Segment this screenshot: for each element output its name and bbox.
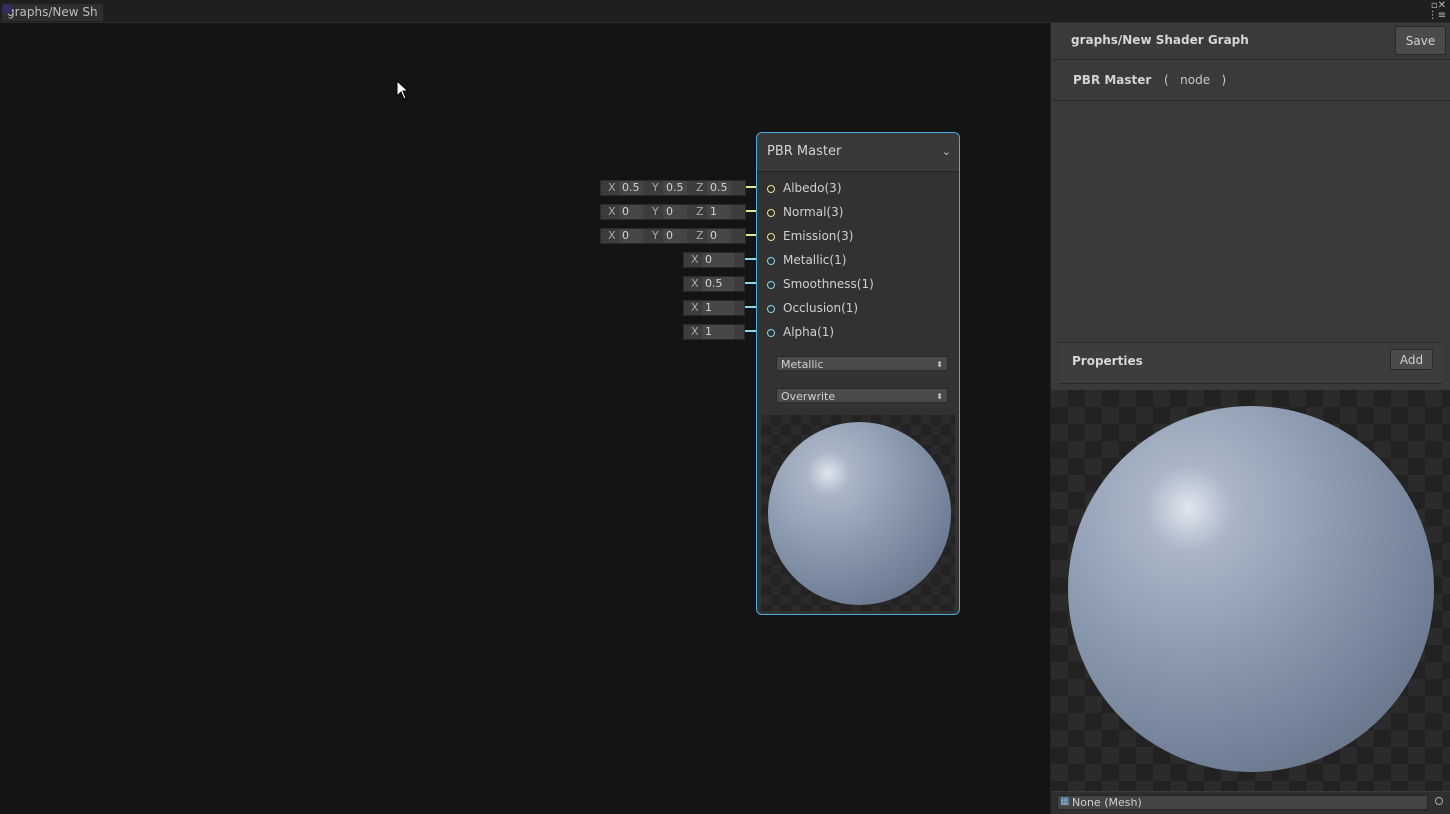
port-label: Occlusion(1) bbox=[783, 301, 859, 315]
mesh-icon: ▦ bbox=[1060, 796, 1070, 807]
field-value[interactable]: 0.5 bbox=[663, 181, 687, 195]
master-node-type: ( node ) bbox=[1164, 73, 1227, 87]
port-connector-icon[interactable] bbox=[767, 233, 775, 241]
node-title: PBR Master bbox=[767, 144, 842, 159]
field-value[interactable]: 1 bbox=[707, 205, 731, 219]
port-label: Alpha(1) bbox=[783, 325, 835, 339]
field-axis-label: X bbox=[608, 181, 616, 194]
field-axis-label: X bbox=[608, 229, 616, 242]
port-connector-icon[interactable] bbox=[767, 185, 775, 193]
field-axis-label: Y bbox=[652, 229, 659, 242]
field-value[interactable]: 0 bbox=[707, 229, 731, 243]
surface-value: Overwrite bbox=[781, 390, 836, 403]
field-value[interactable]: 0 bbox=[702, 253, 734, 267]
properties-title: Properties bbox=[1072, 354, 1143, 368]
field-axis-label: X bbox=[691, 277, 699, 290]
object-picker-icon[interactable] bbox=[1435, 797, 1443, 805]
field-value[interactable]: 1 bbox=[702, 301, 734, 315]
node-preview bbox=[761, 415, 955, 611]
properties-section: Properties Add bbox=[1059, 342, 1442, 384]
port-connector-icon[interactable] bbox=[767, 281, 775, 289]
port-label: Smoothness(1) bbox=[783, 277, 874, 291]
field-value[interactable]: 0.5 bbox=[707, 181, 731, 195]
inspector-header: graphs/New Shader Graph Save bbox=[1051, 23, 1450, 60]
master-preview[interactable] bbox=[1051, 390, 1450, 791]
mouse-cursor-icon bbox=[396, 80, 410, 100]
master-preview-sphere bbox=[1068, 406, 1434, 772]
tab-bar: graphs/New Sh ▫✕ ⋮≡ bbox=[0, 0, 1450, 23]
pbr-master-node[interactable]: PBR Master ⌄ Albedo(3) Normal(3) Emission(… bbox=[756, 132, 960, 615]
graph-inspector: graphs/New Shader Graph Save PBR Master … bbox=[1050, 23, 1450, 814]
field-value[interactable]: 0.5 bbox=[702, 277, 734, 291]
tab-graph[interactable]: graphs/New Sh bbox=[2, 4, 103, 21]
port-connector-icon[interactable] bbox=[767, 329, 775, 337]
field-axis-label: X bbox=[691, 325, 699, 338]
field-value[interactable]: 0 bbox=[663, 229, 687, 243]
port-row[interactable]: Normal(3) bbox=[757, 204, 957, 222]
master-node-row: PBR Master ( node ) bbox=[1051, 60, 1450, 101]
port-value-field[interactable]: X0 bbox=[683, 252, 745, 268]
port-row[interactable]: Smoothness(1) bbox=[757, 276, 957, 294]
preview-mesh-field[interactable]: ▦ None (Mesh) bbox=[1057, 795, 1428, 810]
window-controls[interactable]: ▫✕ ⋮≡ bbox=[1428, 1, 1446, 21]
node-header[interactable]: PBR Master ⌄ bbox=[757, 133, 959, 172]
surface-dropdown[interactable]: Overwrite ⬍ bbox=[776, 388, 948, 403]
field-value[interactable]: 0 bbox=[619, 205, 643, 219]
port-row[interactable]: Alpha(1) bbox=[757, 324, 957, 342]
field-axis-label: X bbox=[691, 253, 699, 266]
port-value-field[interactable]: X0Y0Z0 bbox=[600, 228, 746, 244]
port-value-field[interactable]: X 0.5 Y 0.5 Z 0.5 bbox=[600, 180, 746, 196]
field-axis-label: Z bbox=[696, 181, 704, 194]
port-value-field[interactable]: X0Y0Z1 bbox=[600, 204, 746, 220]
field-axis-label: Z bbox=[696, 205, 704, 218]
field-axis-label: Z bbox=[696, 229, 704, 242]
field-axis-label: Y bbox=[652, 205, 659, 218]
preview-sphere bbox=[768, 422, 951, 605]
port-label: Normal(3) bbox=[783, 205, 844, 219]
port-connector-icon[interactable] bbox=[767, 209, 775, 217]
chevron-down-icon[interactable]: ⌄ bbox=[942, 145, 951, 158]
port-label: Metallic(1) bbox=[783, 253, 847, 267]
dropdown-arrow-icon: ⬍ bbox=[936, 392, 943, 401]
port-row[interactable]: Occlusion(1) bbox=[757, 300, 957, 318]
port-row[interactable]: Albedo(3) bbox=[757, 180, 957, 198]
field-axis-label: X bbox=[691, 301, 699, 314]
field-value[interactable]: 0 bbox=[663, 205, 687, 219]
port-connector-icon[interactable] bbox=[767, 257, 775, 265]
tab-title: graphs/New Sh bbox=[7, 5, 98, 19]
master-node-name: PBR Master bbox=[1073, 73, 1152, 87]
port-connector-icon[interactable] bbox=[767, 305, 775, 313]
port-row[interactable]: Metallic(1) bbox=[757, 252, 957, 270]
workflow-value: Metallic bbox=[781, 358, 824, 371]
dropdown-arrow-icon: ⬍ bbox=[936, 360, 943, 369]
field-value[interactable]: 0.5 bbox=[619, 181, 643, 195]
field-value[interactable]: 0 bbox=[619, 229, 643, 243]
menu-icon[interactable]: ⋮≡ bbox=[1428, 11, 1446, 21]
mesh-bar: ▦ None (Mesh) bbox=[1051, 792, 1450, 814]
port-row[interactable]: Emission(3) bbox=[757, 228, 957, 246]
field-axis-label: X bbox=[608, 205, 616, 218]
graph-path: graphs/New Shader Graph bbox=[1071, 33, 1249, 47]
mesh-value: None (Mesh) bbox=[1072, 796, 1142, 809]
port-value-field[interactable]: X 0.5 bbox=[683, 276, 745, 292]
add-property-button[interactable]: Add bbox=[1390, 349, 1433, 370]
save-button[interactable]: Save bbox=[1395, 26, 1446, 55]
field-axis-label: Y bbox=[652, 181, 659, 194]
port-label: Albedo(3) bbox=[783, 181, 842, 195]
unity-icon bbox=[2, 4, 12, 14]
port-value-field[interactable]: X1 bbox=[683, 300, 745, 316]
port-value-field[interactable]: X1 bbox=[683, 324, 745, 340]
workflow-dropdown[interactable]: Metallic ⬍ bbox=[776, 356, 948, 371]
port-label: Emission(3) bbox=[783, 229, 854, 243]
field-value[interactable]: 1 bbox=[702, 325, 734, 339]
